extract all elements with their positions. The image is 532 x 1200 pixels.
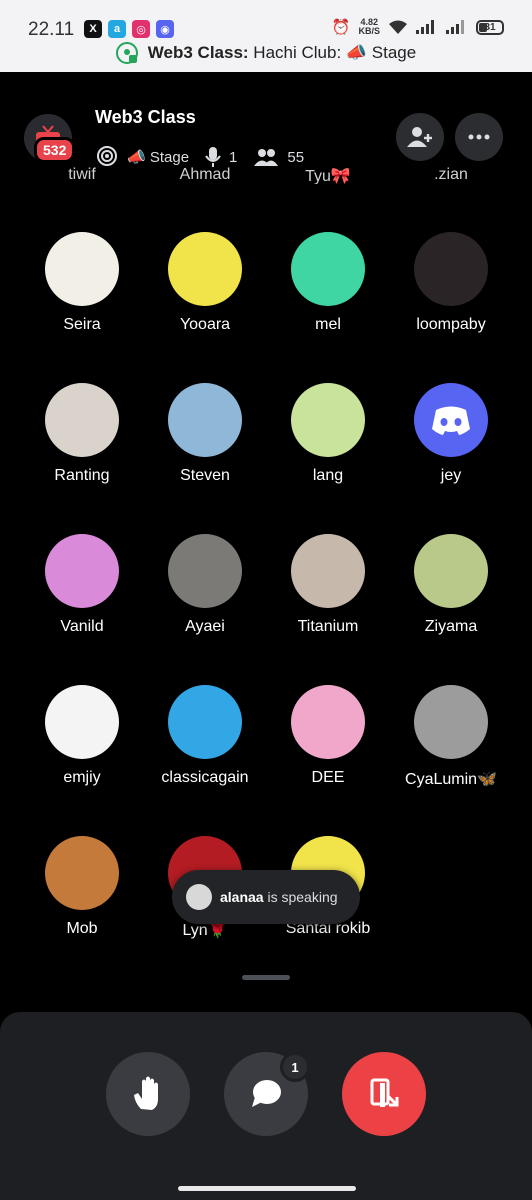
- participant[interactable]: Ayaei: [143, 534, 267, 636]
- raise-hand-button[interactable]: [106, 1052, 190, 1136]
- participant[interactable]: lang: [266, 383, 390, 485]
- speaking-label: is speaking: [267, 889, 338, 905]
- avatar: [414, 232, 488, 306]
- participant-name: lang: [312, 467, 344, 484]
- speaking-toast: alanaa is speaking: [172, 870, 360, 924]
- avatar: [186, 884, 212, 910]
- participant-name: tiwif: [68, 166, 96, 183]
- participant-name: loompaby: [416, 316, 486, 333]
- participant[interactable]: Seira: [20, 232, 144, 334]
- avatar: [168, 685, 242, 759]
- participant[interactable]: Mob: [20, 836, 144, 938]
- chat-bubble-icon: [252, 1080, 281, 1107]
- home-indicator[interactable]: [178, 1186, 356, 1191]
- avatar: [291, 534, 365, 608]
- avatar: [414, 534, 488, 608]
- avatar: [291, 685, 365, 759]
- alarm-icon: ⏰: [331, 19, 351, 36]
- banner-channel: Web3 Class:: [147, 43, 249, 62]
- participant-name: Ranting: [54, 467, 110, 484]
- listener-count: 55: [287, 148, 305, 166]
- signal-icon-2: [446, 20, 464, 34]
- net-speed: 4.82 KB/S: [358, 17, 380, 36]
- system-indicators: ⏰ 4.82 KB/S 31: [332, 18, 504, 36]
- signal-icon: [416, 20, 434, 34]
- leave-stage-button[interactable]: [342, 1052, 426, 1136]
- system-status-bar: 22.11 X a ◎ ◉ ⏰ 4.82 KB/S 31 Web3 Class:…: [0, 0, 532, 72]
- banner-text: Hachi Club: 📣 Stage: [253, 43, 417, 62]
- avatar: [291, 383, 365, 457]
- scrolled-participant-names: tiwif Ahmad Tyu🎀 .zian: [0, 164, 532, 184]
- participant-name: .zian: [434, 166, 468, 183]
- drag-handle[interactable]: [242, 975, 290, 980]
- participant[interactable]: Ranting: [20, 383, 144, 485]
- more-icon: [468, 134, 490, 140]
- stage-title: Web3 Class: [95, 107, 196, 127]
- notification-icons: X a ◎ ◉: [84, 20, 174, 38]
- avatar: [45, 232, 119, 306]
- discord-icon: ◉: [156, 20, 174, 38]
- more-options-button[interactable]: [455, 113, 503, 161]
- chat-badge: 1: [280, 1052, 310, 1082]
- participant[interactable]: Vanild: [20, 534, 144, 636]
- avatar: [45, 383, 119, 457]
- participant-name: mel: [315, 316, 341, 333]
- avatar: [45, 836, 119, 910]
- avatar: [45, 685, 119, 759]
- participant-name: emjiy: [63, 769, 101, 786]
- participant-name: Titanium: [297, 618, 359, 635]
- participant[interactable]: DEE: [266, 685, 390, 787]
- participant[interactable]: Ziyama: [389, 534, 513, 636]
- invite-button[interactable]: [396, 113, 444, 161]
- participant[interactable]: mel: [266, 232, 390, 334]
- hand-icon: [134, 1076, 158, 1110]
- instagram-icon: ◎: [132, 20, 150, 38]
- avatar: [291, 232, 365, 306]
- participant[interactable]: loompaby: [389, 232, 513, 334]
- participant-name: Steven: [180, 467, 230, 484]
- participant-name: CyaLumin🦋: [405, 771, 497, 788]
- add-user-icon: [407, 127, 432, 147]
- x-app-icon: X: [84, 20, 102, 38]
- participant[interactable]: Steven: [143, 383, 267, 485]
- avatar: [168, 232, 242, 306]
- avatar: [168, 383, 242, 457]
- participant[interactable]: classicagain: [143, 685, 267, 787]
- participant-name: Seira: [63, 316, 101, 333]
- avatar: [168, 534, 242, 608]
- clock: 22.11: [28, 19, 75, 40]
- participant-name: Ziyama: [424, 618, 478, 635]
- avatar: [414, 685, 488, 759]
- participant[interactable]: CyaLumin🦋: [389, 685, 513, 789]
- app-icon: a: [108, 20, 126, 38]
- participant-name: Mob: [66, 920, 98, 937]
- participant-name: Yooara: [179, 316, 231, 333]
- battery-level: 31: [484, 21, 496, 33]
- participant[interactable]: Yooara: [143, 232, 267, 334]
- speaking-text: alanaa is speaking: [220, 889, 338, 905]
- battery-icon: 31: [476, 19, 504, 35]
- participant[interactable]: emjiy: [20, 685, 144, 787]
- stage-live-icon: [115, 42, 138, 64]
- participant-name: DEE: [311, 769, 345, 786]
- participant[interactable]: jey: [389, 383, 513, 485]
- ongoing-call-banner[interactable]: Web3 Class: Hachi Club: 📣 Stage: [0, 42, 532, 64]
- participant-name: Tyu🎀: [305, 168, 351, 184]
- wifi-icon: [389, 20, 407, 34]
- participant[interactable]: Titanium: [266, 534, 390, 636]
- participant-name: Ayaei: [185, 618, 225, 635]
- speaker-count: 1: [229, 148, 238, 166]
- leave-icon: [370, 1078, 399, 1107]
- discord-logo-icon: [432, 406, 470, 435]
- notification-badge: 532: [34, 137, 76, 163]
- participant-name: classicagain: [161, 769, 249, 786]
- participant-name: jey: [440, 467, 462, 484]
- avatar: [414, 383, 488, 457]
- speaker-name: alanaa: [220, 889, 264, 905]
- avatar: [45, 534, 119, 608]
- participant-name: Ahmad: [179, 166, 231, 183]
- participant-name: Vanild: [60, 618, 104, 635]
